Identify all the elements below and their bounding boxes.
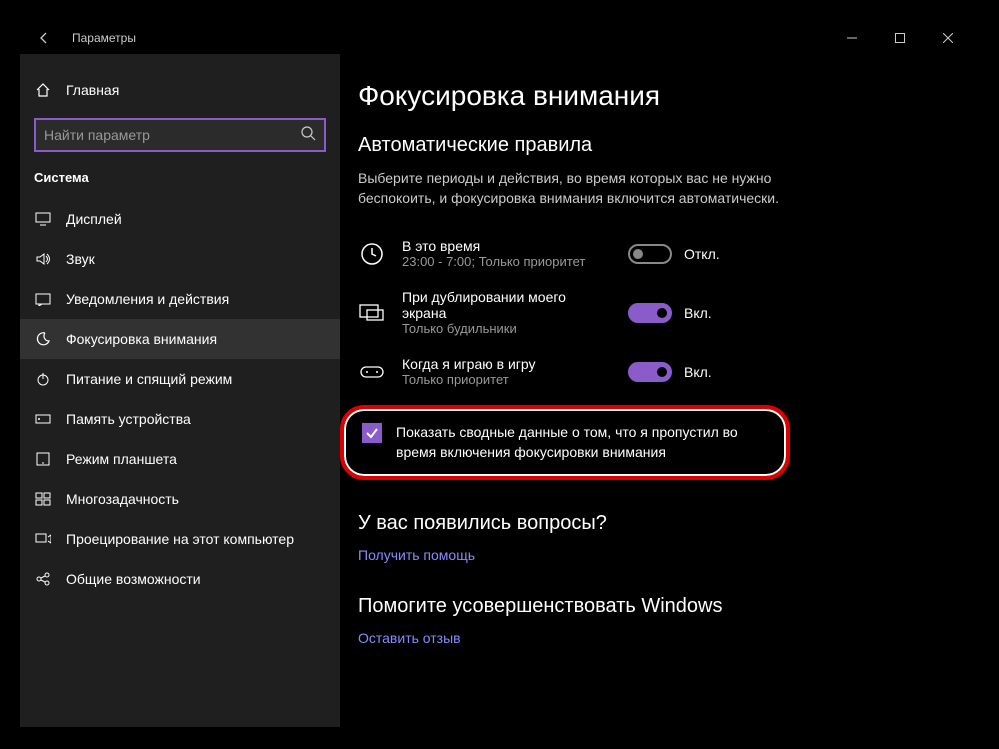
power-icon bbox=[34, 370, 52, 388]
sidebar-item-sound[interactable]: Звук bbox=[20, 239, 340, 279]
sidebar-item-notifications[interactable]: Уведомления и действия bbox=[20, 279, 340, 319]
sidebar-item-power[interactable]: Питание и спящий режим bbox=[20, 359, 340, 399]
rule-subtitle: Только будильники bbox=[402, 321, 612, 336]
toggle-display-rule[interactable] bbox=[628, 303, 672, 323]
rule-playing-game[interactable]: Когда я играю в игру Только приоритет Вк… bbox=[358, 346, 961, 397]
storage-icon bbox=[34, 410, 52, 428]
summary-checkbox-label: Показать сводные данные о том, что я про… bbox=[396, 423, 768, 462]
titlebar: Параметры bbox=[20, 22, 979, 54]
sidebar-item-display[interactable]: Дисплей bbox=[20, 199, 340, 239]
nav-home[interactable]: Главная bbox=[20, 68, 340, 112]
rule-duplicating-display[interactable]: При дублировании моего экрана Только буд… bbox=[358, 279, 961, 346]
sidebar-item-projecting[interactable]: Проецирование на этот компьютер bbox=[20, 519, 340, 559]
rule-title: Когда я играю в игру bbox=[402, 356, 612, 372]
summary-checkbox-highlight: Показать сводные данные о том, что я про… bbox=[340, 405, 790, 480]
home-icon bbox=[34, 81, 52, 99]
search-icon bbox=[300, 125, 316, 146]
window-title: Параметры bbox=[72, 31, 136, 45]
sidebar-item-storage[interactable]: Память устройства bbox=[20, 399, 340, 439]
page-title: Фокусировка внимания bbox=[358, 80, 961, 112]
toggle-time-rule[interactable] bbox=[628, 244, 672, 264]
sidebar-item-label: Память устройства bbox=[66, 411, 191, 427]
sidebar-item-label: Дисплей bbox=[66, 211, 122, 227]
toggle-label: Откл. bbox=[684, 246, 720, 262]
tablet-icon bbox=[34, 450, 52, 468]
notification-icon bbox=[34, 290, 52, 308]
rule-subtitle: 23:00 - 7:00; Только приоритет bbox=[402, 254, 612, 269]
content-area: Фокусировка внимания Автоматические прав… bbox=[340, 54, 979, 727]
feedback-link[interactable]: Оставить отзыв bbox=[358, 630, 961, 646]
rule-title: При дублировании моего экрана bbox=[402, 289, 612, 321]
search-box[interactable] bbox=[34, 118, 326, 152]
multitask-icon bbox=[34, 490, 52, 508]
gamepad-icon bbox=[358, 358, 386, 386]
sidebar-item-label: Звук bbox=[66, 251, 95, 267]
nav-home-label: Главная bbox=[66, 82, 119, 98]
sidebar-item-label: Проецирование на этот компьютер bbox=[66, 531, 294, 547]
clock-icon bbox=[358, 240, 386, 268]
toggle-game-rule[interactable] bbox=[628, 362, 672, 382]
monitor-icon bbox=[34, 210, 52, 228]
sidebar-item-tablet[interactable]: Режим планшета bbox=[20, 439, 340, 479]
sidebar-item-label: Фокусировка внимания bbox=[66, 331, 217, 347]
rules-description: Выберите периоды и действия, во время ко… bbox=[358, 169, 838, 208]
sidebar-item-focus-assist[interactable]: Фокусировка внимания bbox=[20, 319, 340, 359]
rule-during-these-times[interactable]: В это время 23:00 - 7:00; Только приорит… bbox=[358, 228, 961, 279]
sidebar-item-label: Общие возможности bbox=[66, 571, 201, 587]
sound-icon bbox=[34, 250, 52, 268]
sidebar: Главная Система Дисплей Звук Уведомления… bbox=[20, 54, 340, 727]
questions-heading: У вас появились вопросы? bbox=[358, 512, 961, 535]
maximize-button[interactable] bbox=[877, 22, 923, 54]
settings-window: Параметры Главная Система Дисплей bbox=[20, 22, 979, 727]
toggle-label: Вкл. bbox=[684, 305, 712, 321]
moon-icon bbox=[34, 330, 52, 348]
sidebar-item-label: Многозадачность bbox=[66, 491, 179, 507]
sidebar-item-label: Режим планшета bbox=[66, 451, 177, 467]
sidebar-group-label: Система bbox=[20, 170, 340, 199]
share-icon bbox=[34, 570, 52, 588]
minimize-button[interactable] bbox=[829, 22, 875, 54]
sidebar-item-shared[interactable]: Общие возможности bbox=[20, 559, 340, 599]
rule-title: В это время bbox=[402, 238, 612, 254]
search-input[interactable] bbox=[44, 127, 300, 143]
rule-subtitle: Только приоритет bbox=[402, 372, 612, 387]
improve-heading: Помогите усовершенствовать Windows bbox=[358, 595, 961, 618]
section-rules-heading: Автоматические правила bbox=[358, 134, 961, 157]
sidebar-item-label: Уведомления и действия bbox=[66, 291, 229, 307]
sidebar-item-multitasking[interactable]: Многозадачность bbox=[20, 479, 340, 519]
summary-checkbox[interactable] bbox=[362, 423, 382, 443]
duplicate-display-icon bbox=[358, 299, 386, 327]
back-button[interactable] bbox=[28, 22, 60, 54]
sidebar-item-label: Питание и спящий режим bbox=[66, 371, 232, 387]
toggle-label: Вкл. bbox=[684, 364, 712, 380]
close-button[interactable] bbox=[925, 22, 971, 54]
project-icon bbox=[34, 530, 52, 548]
get-help-link[interactable]: Получить помощь bbox=[358, 547, 961, 563]
